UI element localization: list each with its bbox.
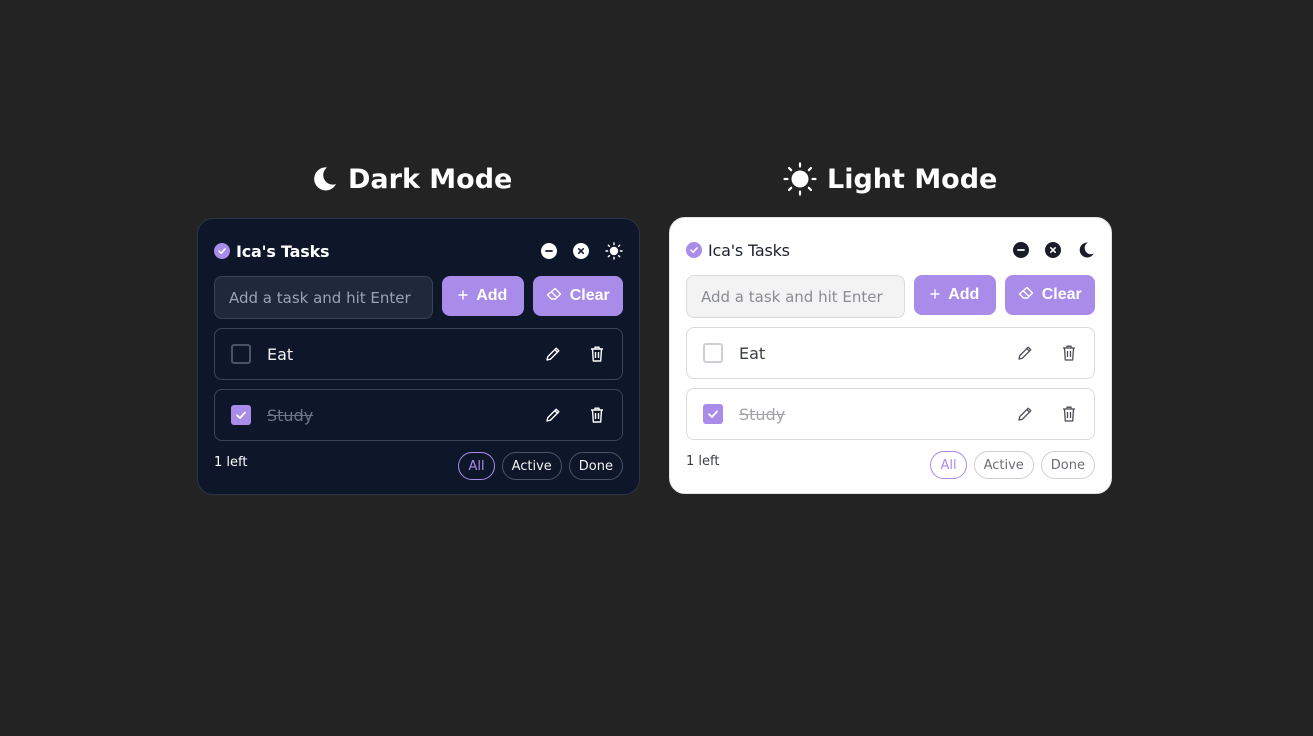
add-button[interactable]: Add [442,276,524,316]
minimize-icon[interactable] [1013,242,1029,258]
title-bar: Ica's Tasks [214,241,623,261]
eraser-icon [1018,286,1034,305]
light-mode-heading: Light Mode [783,160,997,198]
sun-icon[interactable] [605,242,623,260]
dark-mode-title: Dark Mode [348,163,513,195]
task-footer: 1 left All Active Done [686,450,1095,480]
filter-active[interactable]: Active [501,452,562,480]
items-left-count: 1 left [214,454,248,470]
title-bar: Ica's Tasks [686,240,1095,260]
items-left-count: 1 left [686,453,720,469]
trash-icon[interactable] [1060,405,1078,423]
app-title: Ica's Tasks [236,241,330,261]
task-item: Study [686,388,1095,440]
filter-done[interactable]: Done [1040,451,1095,479]
task-label: Eat [267,344,294,364]
pencil-icon[interactable] [544,406,562,424]
check-circle-icon [686,242,702,258]
filter-all[interactable]: All [458,452,495,480]
plus-icon [458,287,468,305]
task-item: Eat [686,327,1095,379]
filter-group: All Active Done [458,452,623,480]
task-footer: 1 left All Active Done [214,451,623,481]
add-task-row: Add Clear [686,275,1095,318]
task-checkbox[interactable] [231,344,251,364]
filter-active[interactable]: Active [973,451,1034,479]
task-checkbox-checked[interactable] [703,404,723,424]
window-controls [541,242,623,260]
task-item: Study [214,389,623,441]
light-mode-title: Light Mode [827,163,998,195]
filter-group: All Active Done [930,451,1095,479]
task-actions [544,345,606,363]
close-icon[interactable] [573,243,589,259]
clear-button-label: Clear [1041,286,1082,303]
add-button[interactable]: Add [914,275,996,315]
minimize-icon[interactable] [541,243,557,259]
task-input[interactable] [686,275,905,318]
pencil-icon[interactable] [1016,344,1034,362]
clear-button[interactable]: Clear [1004,275,1095,315]
clear-button-label: Clear [569,287,610,304]
trash-icon[interactable] [1060,344,1078,362]
add-button-label: Add [476,287,508,304]
task-actions [544,406,606,424]
trash-icon[interactable] [588,345,606,363]
filter-all[interactable]: All [930,451,967,479]
eraser-icon [546,287,562,306]
task-input[interactable] [214,276,433,319]
plus-icon [930,286,940,304]
add-button-label: Add [948,286,980,303]
app-title: Ica's Tasks [708,240,790,260]
task-actions [1016,405,1078,423]
pencil-icon[interactable] [1016,405,1034,423]
dark-task-panel: Ica's Tasks Add a task and hit Enter Add… [197,218,640,495]
window-controls [1013,241,1095,259]
task-checkbox-checked[interactable] [231,405,251,425]
task-actions [1016,344,1078,362]
moon-icon[interactable] [1077,241,1095,259]
task-item: Eat [214,328,623,380]
task-label: Study [739,404,786,424]
light-task-panel: Ica's Tasks Add Clear [669,217,1112,494]
task-label: Eat [739,343,766,363]
dark-mode-heading: Dark Mode [310,160,512,198]
pencil-icon[interactable] [544,345,562,363]
close-icon[interactable] [1045,242,1061,258]
sun-icon [783,162,817,196]
check-circle-icon [214,243,230,259]
task-checkbox[interactable] [703,343,723,363]
trash-icon[interactable] [588,406,606,424]
filter-done[interactable]: Done [568,452,623,480]
moon-icon [310,165,338,193]
task-label: Study [267,405,314,425]
add-task-row: Add Clear [214,276,623,319]
clear-button[interactable]: Clear [532,276,623,316]
